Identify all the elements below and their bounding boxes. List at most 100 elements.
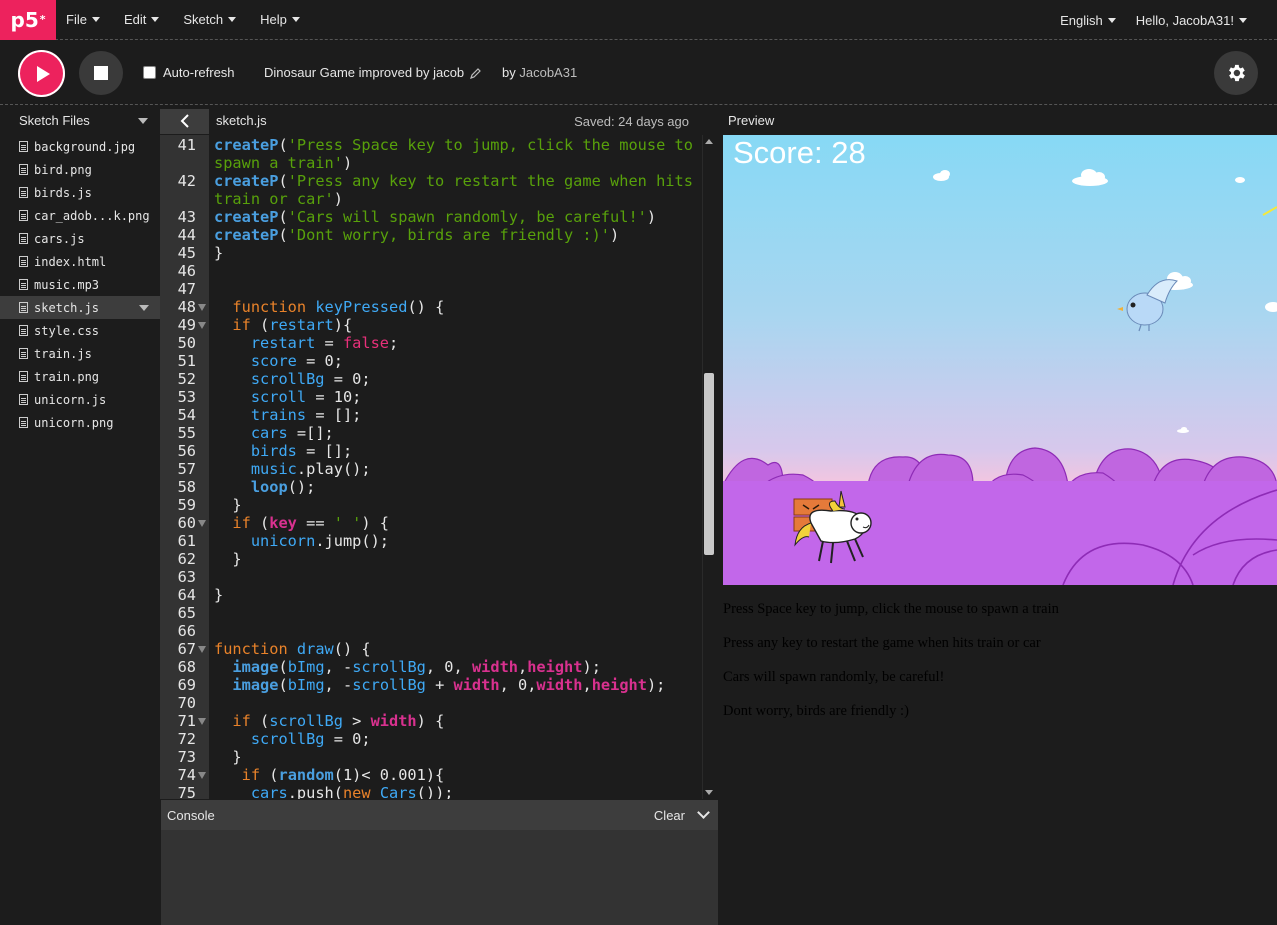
settings-button[interactable] (1214, 51, 1258, 95)
file-item[interactable]: cars.js (0, 227, 160, 250)
fold-toggle-icon[interactable] (198, 772, 206, 779)
code-line[interactable]: 48 function keyPressed() { (160, 298, 718, 316)
code-line[interactable]: 50 restart = false; (160, 334, 718, 352)
scroll-up-icon[interactable] (705, 139, 713, 144)
code-line[interactable]: 56 birds = []; (160, 442, 718, 460)
owner-link[interactable]: JacobA31 (519, 65, 577, 80)
console-output[interactable] (161, 830, 718, 925)
code-line[interactable]: 72 scrollBg = 0; (160, 730, 718, 748)
code-token: 'Cars will spawn randomly, be careful!' (287, 208, 647, 226)
code-line[interactable]: 65 (160, 604, 718, 622)
code-line[interactable]: 69 image(bImg, -scrollBg + width, 0,widt… (160, 676, 718, 694)
code-line[interactable]: 75 cars.push(new Cars()); (160, 784, 718, 799)
auto-refresh-toggle[interactable]: Auto-refresh (143, 65, 235, 80)
cloud (1235, 177, 1245, 183)
code-line[interactable]: 57 music.play(); (160, 460, 718, 478)
code-line[interactable]: 45} (160, 244, 718, 262)
code-line[interactable]: spawn a train') (160, 154, 718, 172)
editor-file-tab[interactable]: sketch.js (216, 113, 267, 128)
code-line[interactable]: 44 createP('Dont worry, birds are friendl… (160, 226, 718, 244)
code-line[interactable]: 61 unicorn.jump(); (160, 532, 718, 550)
menu-file[interactable]: File (66, 12, 100, 27)
line-number: 52 (177, 370, 196, 388)
stop-button[interactable] (79, 51, 123, 95)
console-clear-button[interactable]: Clear (654, 808, 685, 823)
code-line[interactable]: 43 createP('Cars will spawn randomly, be … (160, 208, 718, 226)
code-line[interactable]: 54 trains = []; (160, 406, 718, 424)
chevron-down-icon[interactable] (697, 806, 710, 819)
menu-sketch[interactable]: Sketch (183, 12, 237, 27)
chevron-down-icon[interactable] (138, 117, 148, 124)
scrollbar-thumb[interactable] (704, 373, 714, 555)
code-line[interactable]: 53 scroll = 10; (160, 388, 718, 406)
code-line[interactable]: 46 (160, 262, 718, 280)
fold-toggle-icon[interactable] (198, 718, 206, 725)
code-token: function (232, 298, 307, 316)
p5-logo[interactable]: p5 * (0, 0, 56, 40)
menu-help[interactable]: Help (260, 12, 300, 27)
file-item[interactable]: sketch.js (0, 296, 160, 319)
code-line[interactable]: 73 } (160, 748, 718, 766)
fold-toggle-icon[interactable] (198, 646, 206, 653)
code-line[interactable]: 52 scrollBg = 0; (160, 370, 718, 388)
file-item[interactable]: train.png (0, 365, 160, 388)
scroll-down-icon[interactable] (705, 790, 713, 795)
code-line[interactable]: 66 (160, 622, 718, 640)
code-token: ( (250, 316, 270, 334)
code-token: ) (646, 208, 657, 226)
code-line[interactable]: 55 cars =[]; (160, 424, 718, 442)
menu-edit[interactable]: Edit (124, 12, 160, 27)
code-line[interactable]: 60 if (key == ' ') { (160, 514, 718, 532)
editor-scrollbar[interactable] (702, 135, 714, 799)
code-token: key (269, 514, 297, 532)
file-item[interactable]: train.js (0, 342, 160, 365)
code-line[interactable]: 74 if (random(1)< 0.001){ (160, 766, 718, 784)
fold-toggle-icon[interactable] (198, 520, 206, 527)
file-item[interactable]: unicorn.png (0, 411, 160, 434)
code-editor[interactable]: 41 createP('Press Space key to jump, clic… (160, 135, 718, 799)
code-line[interactable]: 70 (160, 694, 718, 712)
file-item[interactable]: car_adob...k.png (0, 204, 160, 227)
file-item[interactable]: bird.png (0, 158, 160, 181)
code-line[interactable]: 68 image(bImg, -scrollBg, 0, width,heigh… (160, 658, 718, 676)
file-item[interactable]: unicorn.js (0, 388, 160, 411)
code-line[interactable]: 71 if (scrollBg > width) { (160, 712, 718, 730)
code-token: ) { (416, 712, 445, 730)
code-line[interactable]: 62 } (160, 550, 718, 568)
file-item[interactable]: background.jpg (0, 135, 160, 158)
code-line[interactable]: 59 } (160, 496, 718, 514)
file-item[interactable]: birds.js (0, 181, 160, 204)
cloud (1265, 302, 1277, 312)
preview-paragraph: Press Space key to jump, click the mouse… (723, 601, 1059, 617)
fold-toggle-icon[interactable] (198, 322, 206, 329)
code-line[interactable]: 64} (160, 586, 718, 604)
play-button[interactable] (18, 50, 65, 97)
code-line[interactable]: 42 createP('Press any key to restart the … (160, 172, 718, 190)
code-line[interactable]: 49 if (restart){ (160, 316, 718, 334)
code-token: image (232, 676, 279, 694)
sketch-canvas[interactable]: Score: 28 (723, 135, 1277, 585)
code-line[interactable]: 47 (160, 280, 718, 298)
code-token: restart (269, 316, 334, 334)
pencil-icon[interactable] (470, 67, 482, 79)
code-line[interactable]: 41 createP('Press Space key to jump, clic… (160, 136, 718, 154)
preview-frame[interactable]: Score: 28 Press Space key to jump, click… (723, 135, 1277, 925)
sketch-name[interactable]: Dinosaur Game improved by jacob (264, 65, 482, 80)
code-line[interactable]: 58 loop(); (160, 478, 718, 496)
language-menu[interactable]: English (1060, 13, 1116, 28)
auto-refresh-checkbox[interactable] (143, 66, 156, 79)
file-item[interactable]: style.css (0, 319, 160, 342)
code-line[interactable]: 67 function draw() { (160, 640, 718, 658)
code-line[interactable]: 51 score = 0; (160, 352, 718, 370)
line-number: 69 (177, 676, 196, 694)
sidebar-header[interactable]: Sketch Files (0, 106, 160, 135)
file-item[interactable]: music.mp3 (0, 273, 160, 296)
fold-toggle-icon[interactable] (198, 304, 206, 311)
code-line[interactable]: train or car') (160, 190, 718, 208)
collapse-sidebar-button[interactable] (160, 108, 209, 134)
code-line[interactable]: 63 (160, 568, 718, 586)
file-options-icon[interactable] (139, 305, 149, 311)
user-menu[interactable]: Hello, JacobA31! (1136, 13, 1247, 28)
file-item[interactable]: index.html (0, 250, 160, 273)
